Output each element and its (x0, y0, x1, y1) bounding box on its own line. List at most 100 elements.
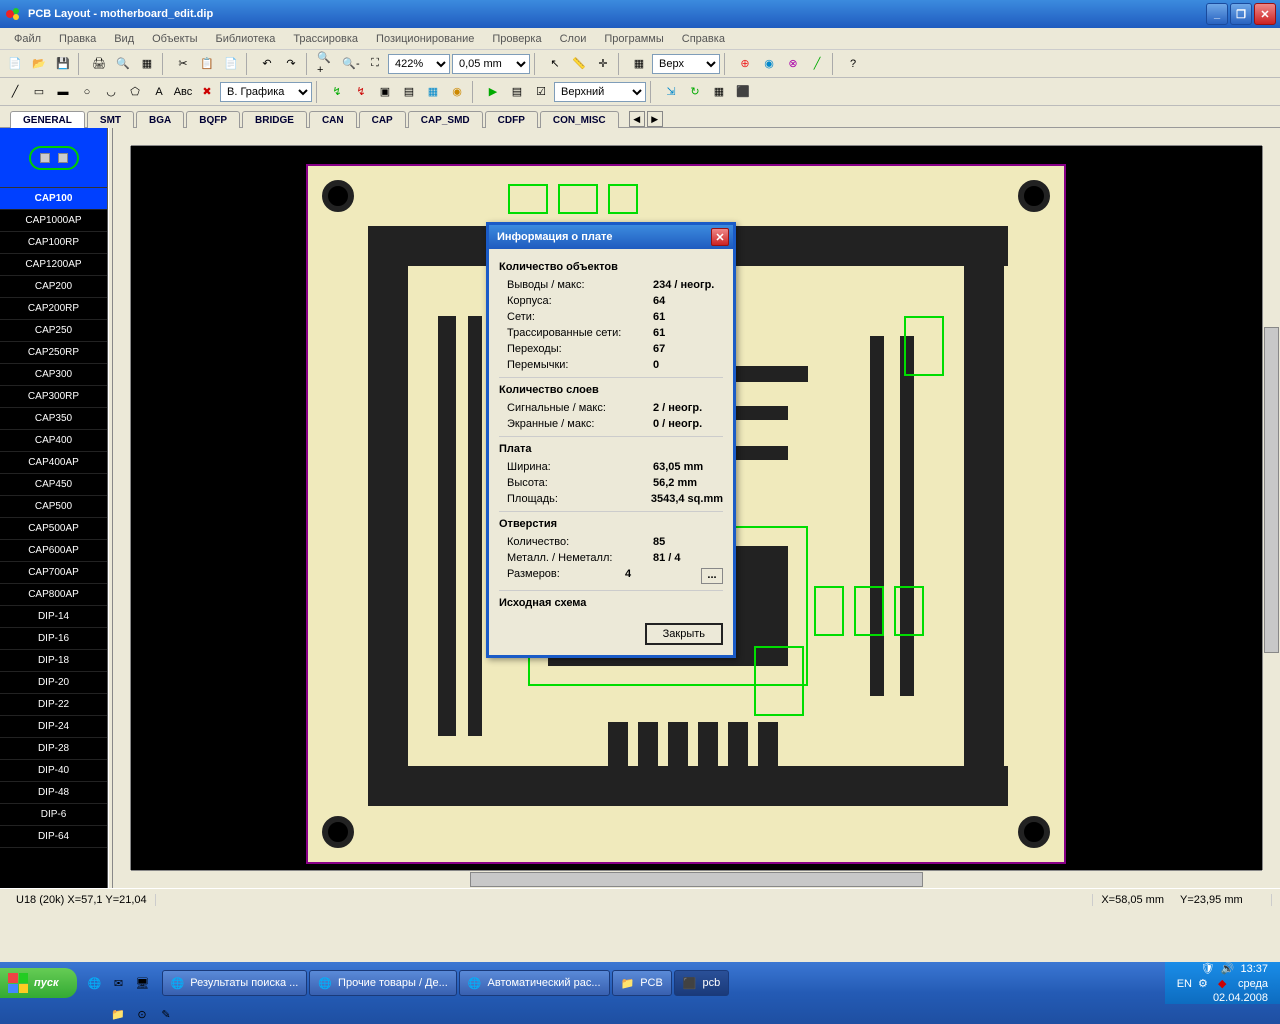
menu-файл[interactable]: Файл (6, 31, 49, 47)
component-item[interactable]: DIP-20 (0, 672, 107, 694)
component-item[interactable]: DIP-40 (0, 760, 107, 782)
scroll-thumb[interactable] (470, 872, 922, 887)
taskbar-task[interactable]: 🌐Прочие товары / Де... (309, 970, 456, 996)
component-item[interactable]: CAP400 (0, 430, 107, 452)
taskbar-task[interactable]: 🌐Результаты поиска ... (162, 970, 308, 996)
menu-библиотека[interactable]: Библиотека (208, 31, 284, 47)
component-item[interactable]: DIP-14 (0, 606, 107, 628)
new-icon[interactable]: 📄 (4, 53, 26, 75)
menu-вид[interactable]: Вид (106, 31, 142, 47)
grid-combo[interactable]: 0,05 mm (452, 54, 530, 74)
component-item[interactable]: DIP-64 (0, 826, 107, 848)
tab-nav-icon[interactable]: ▶ (647, 111, 663, 127)
layer2-combo[interactable]: Верхний (554, 82, 646, 102)
component-item[interactable]: CAP800AP (0, 584, 107, 606)
ie-icon[interactable]: 🌐 (85, 973, 105, 993)
component-item[interactable]: DIP-22 (0, 694, 107, 716)
tab-smt[interactable]: SMT (87, 111, 134, 128)
comp3-icon[interactable]: ▦ (422, 81, 444, 103)
cursor-icon[interactable]: ↖ (544, 53, 566, 75)
netroute-icon[interactable]: ↯ (326, 81, 348, 103)
preview-icon[interactable]: 🔍 (112, 53, 134, 75)
component-item[interactable]: CAP500 (0, 496, 107, 518)
tray-icon[interactable]: ⚙ (1198, 977, 1212, 991)
save-icon[interactable]: 💾 (52, 53, 74, 75)
tab-can[interactable]: CAN (309, 111, 357, 128)
component-item[interactable]: DIP-18 (0, 650, 107, 672)
rectfill-icon[interactable]: ▬ (52, 81, 74, 103)
zoomfit-icon[interactable]: ⛶ (364, 53, 386, 75)
component-item[interactable]: CAP200 (0, 276, 107, 298)
component-item[interactable]: DIP-16 (0, 628, 107, 650)
comp2-icon[interactable]: ▤ (398, 81, 420, 103)
minimize-button[interactable]: _ (1206, 3, 1228, 25)
ql-icon[interactable]: ✎ (156, 1004, 176, 1024)
drc-icon[interactable]: ☑ (530, 81, 552, 103)
tab-bqfp[interactable]: BQFP (186, 111, 240, 128)
measure-icon[interactable]: 📏 (568, 53, 590, 75)
close-button[interactable]: ✕ (1254, 3, 1276, 25)
dialog-more-button[interactable]: ... (701, 568, 723, 584)
arc-icon[interactable]: ◡ (100, 81, 122, 103)
tray-icon[interactable]: 🛡 (1200, 962, 1214, 976)
copy-icon[interactable]: 📋 (196, 53, 218, 75)
poly-icon[interactable]: ⬠ (124, 81, 146, 103)
start-button[interactable]: пуск (0, 968, 77, 998)
route-icon[interactable]: ⊕ (734, 53, 756, 75)
component-item[interactable]: CAP700AP (0, 562, 107, 584)
toplayer-combo[interactable]: Верх (652, 54, 720, 74)
tray-icon[interactable]: ◆ (1218, 977, 1232, 991)
component-item[interactable]: DIP-28 (0, 738, 107, 760)
unroute-icon[interactable]: ↯ (350, 81, 372, 103)
component-item[interactable]: CAP300RP (0, 386, 107, 408)
component-item[interactable]: CAP100RP (0, 232, 107, 254)
tray-lang[interactable]: EN (1177, 978, 1192, 990)
tab-bridge[interactable]: BRIDGE (242, 111, 307, 128)
pad-icon[interactable]: ◉ (758, 53, 780, 75)
view-combo[interactable]: В. Графика (220, 82, 312, 102)
ql-icon[interactable]: 📁 (108, 1004, 128, 1024)
zoom-combo[interactable]: 422% (388, 54, 450, 74)
export-icon[interactable]: ▦ (708, 81, 730, 103)
menu-слои[interactable]: Слои (552, 31, 595, 47)
taskbar-task[interactable]: 📁PCB (612, 970, 672, 996)
component-item[interactable]: CAP600AP (0, 540, 107, 562)
menu-трассировка[interactable]: Трассировка (285, 31, 366, 47)
taskbar-task[interactable]: 🌐Автоматический рас... (459, 970, 610, 996)
menu-проверка[interactable]: Проверка (484, 31, 549, 47)
print-icon[interactable]: 🖨 (88, 53, 110, 75)
maximize-button[interactable]: ❐ (1230, 3, 1252, 25)
dialog-close-button[interactable]: ✕ (711, 228, 729, 246)
line-icon[interactable]: ╱ (4, 81, 26, 103)
menu-правка[interactable]: Правка (51, 31, 104, 47)
mail-icon[interactable]: ✉ (109, 973, 129, 993)
component-item[interactable]: CAP250 (0, 320, 107, 342)
component-item[interactable]: DIP-48 (0, 782, 107, 804)
tab-nav-icon[interactable]: ◀ (629, 111, 645, 127)
refresh-icon[interactable]: ↻ (684, 81, 706, 103)
component-item[interactable]: CAP400AP (0, 452, 107, 474)
dialog-close-btn[interactable]: Закрыть (645, 623, 723, 645)
cut-icon[interactable]: ✂ (172, 53, 194, 75)
zoomout-icon[interactable]: 🔍- (340, 53, 362, 75)
origin-icon[interactable]: ✛ (592, 53, 614, 75)
component-item[interactable]: CAP300 (0, 364, 107, 386)
open-icon[interactable]: 📂 (28, 53, 50, 75)
component-item[interactable]: CAP100 (0, 188, 107, 210)
tray-icon[interactable]: 🔊 (1220, 962, 1234, 976)
circle-icon[interactable]: ○ (76, 81, 98, 103)
component-item[interactable]: CAP1200AP (0, 254, 107, 276)
component-item[interactable]: CAP200RP (0, 298, 107, 320)
component-item[interactable]: DIP-24 (0, 716, 107, 738)
menu-позиционирование[interactable]: Позиционирование (368, 31, 482, 47)
component-item[interactable]: CAP250RP (0, 342, 107, 364)
scrollbar-vertical[interactable] (1262, 146, 1280, 870)
help-icon[interactable]: ? (842, 53, 864, 75)
grid-icon[interactable]: ▦ (628, 53, 650, 75)
tab-cdfp[interactable]: CDFP (485, 111, 538, 128)
marking-icon[interactable]: Авс (172, 81, 194, 103)
paste-icon[interactable]: 📄 (220, 53, 242, 75)
menu-программы[interactable]: Программы (596, 31, 671, 47)
component-item[interactable]: CAP350 (0, 408, 107, 430)
dialog-titlebar[interactable]: Информация о плате ✕ (489, 225, 733, 249)
